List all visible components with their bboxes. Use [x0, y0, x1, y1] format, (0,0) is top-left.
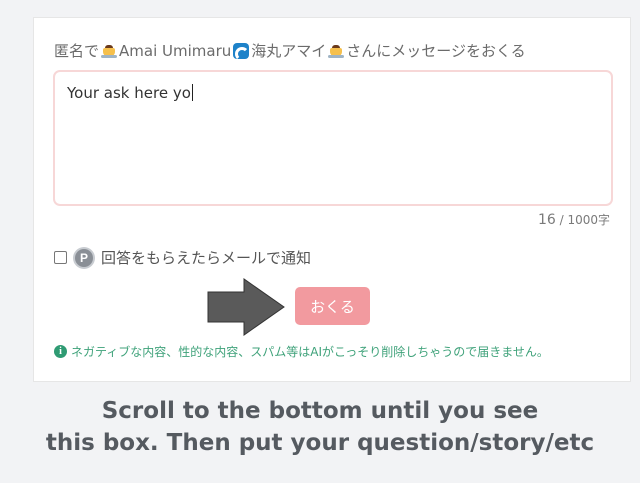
message-textarea[interactable]: Your ask here yo	[53, 70, 613, 206]
premium-badge-icon: P	[75, 248, 93, 267]
notify-checkbox[interactable]	[54, 251, 67, 264]
notify-label: 回答をもらえたらメールで通知	[101, 249, 312, 267]
label-prefix: 匿名で	[54, 42, 100, 60]
caption-line-2: this box. Then put your question/story/e…	[45, 430, 595, 456]
pudding-icon	[328, 44, 345, 58]
text-caret	[191, 84, 193, 101]
label-suffix: さんにメッセージをおくる	[346, 42, 526, 60]
instruction-caption: Scroll to the bottom until you see this …	[0, 395, 640, 459]
email-notify-option: P 回答をもらえたらメールで通知	[54, 247, 311, 268]
counter-max: / 1000字	[555, 213, 610, 227]
label-name: Amai Umimaru	[119, 41, 232, 60]
info-icon: i	[54, 345, 67, 358]
caption-line-1: Scroll to the bottom until you see	[101, 398, 539, 424]
textarea-value: Your ask here yo	[67, 84, 191, 102]
counter-current: 16	[537, 212, 556, 228]
pudding-icon	[101, 44, 118, 58]
moderation-notice-text: ネガティブな内容、性的な内容、スパム等はAIがこっそり削除しちゃうので届きません…	[71, 345, 549, 359]
form-label: 匿名で Amai Umimaru 海丸アマイ さんにメッセージをおくる	[54, 40, 526, 61]
character-counter: 16 / 1000字	[538, 209, 610, 228]
moderation-notice: i ネガティブな内容、性的な内容、スパム等はAIがこっそり削除しちゃうので届きま…	[54, 343, 549, 360]
arrow-right-icon	[207, 278, 285, 336]
label-name-jp: 海丸アマイ	[251, 42, 327, 60]
send-button[interactable]: おくる	[295, 287, 370, 325]
wave-icon	[233, 42, 250, 59]
message-form-card: 匿名で Amai Umimaru 海丸アマイ さんにメッセージをおくる Your…	[33, 17, 631, 382]
